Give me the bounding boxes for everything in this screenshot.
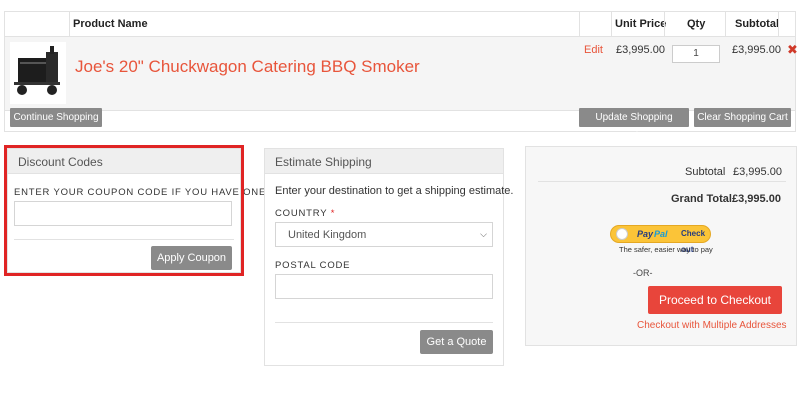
- subtotal-value: £3,995.00: [733, 166, 782, 178]
- clear-cart-button[interactable]: Clear Shopping Cart: [694, 108, 791, 127]
- header-qty: Qty: [687, 18, 706, 30]
- divider: [538, 181, 786, 182]
- update-basket-button[interactable]: Update Shopping Basket: [579, 108, 689, 142]
- paypal-tagline: The safer, easier way to pay: [619, 245, 713, 254]
- divider: [275, 322, 493, 323]
- header-unit-price: Unit Price: [615, 18, 667, 30]
- paypal-logo-pay: Pay: [637, 229, 654, 239]
- country-select[interactable]: United Kingdom ⌵: [275, 222, 493, 247]
- edit-link[interactable]: Edit: [584, 44, 603, 56]
- header-product-name: Product Name: [73, 18, 148, 30]
- grand-total-value: £3,995.00: [732, 193, 781, 205]
- table-row: Joe's 20" Chuckwagon Catering BBQ Smoker…: [5, 37, 798, 111]
- required-mark: *: [330, 208, 336, 219]
- paypal-checkout-button[interactable]: Pay Pal Check out: [610, 225, 711, 254]
- cart-table: Product Name Unit Price Qty Subtotal Joe…: [4, 11, 798, 142]
- row-subtotal: £3,995.00: [732, 44, 781, 56]
- paypal-logo-pal: Pal: [654, 229, 668, 239]
- product-name-link[interactable]: Joe's 20" Chuckwagon Catering BBQ Smoker: [75, 57, 420, 77]
- paypal-icon: [616, 228, 628, 240]
- postal-code-input[interactable]: [275, 274, 493, 299]
- shipping-intro-text: Enter your destination to get a shipping…: [275, 185, 514, 197]
- close-icon[interactable]: ✖: [787, 42, 798, 58]
- discount-highlight-frame: [4, 145, 244, 276]
- postal-code-label: POSTAL CODE: [275, 260, 351, 271]
- product-thumbnail[interactable]: [10, 42, 66, 104]
- header-subtotal: Subtotal: [735, 18, 779, 30]
- or-separator: -OR-: [633, 268, 653, 278]
- unit-price: £3,995.00: [616, 44, 665, 56]
- qty-input[interactable]: 1: [672, 45, 720, 63]
- chevron-down-icon: ⌵: [480, 229, 487, 239]
- cart-table-header: Product Name Unit Price Qty Subtotal: [5, 12, 795, 37]
- country-label-text: COUNTRY: [275, 208, 328, 219]
- multi-address-checkout-link[interactable]: Checkout with Multiple Addresses: [637, 320, 787, 331]
- continue-shopping-button[interactable]: Continue Shopping: [10, 108, 102, 127]
- country-select-value: United Kingdom: [288, 229, 367, 241]
- get-quote-button[interactable]: Get a Quote: [420, 330, 493, 354]
- grand-total-label: Grand Total: [671, 193, 732, 205]
- subtotal-label: Subtotal: [685, 166, 726, 178]
- proceed-to-checkout-button[interactable]: Proceed to Checkout: [648, 286, 782, 314]
- estimate-shipping-title: Estimate Shipping: [265, 149, 503, 174]
- country-label: COUNTRY *: [275, 208, 335, 219]
